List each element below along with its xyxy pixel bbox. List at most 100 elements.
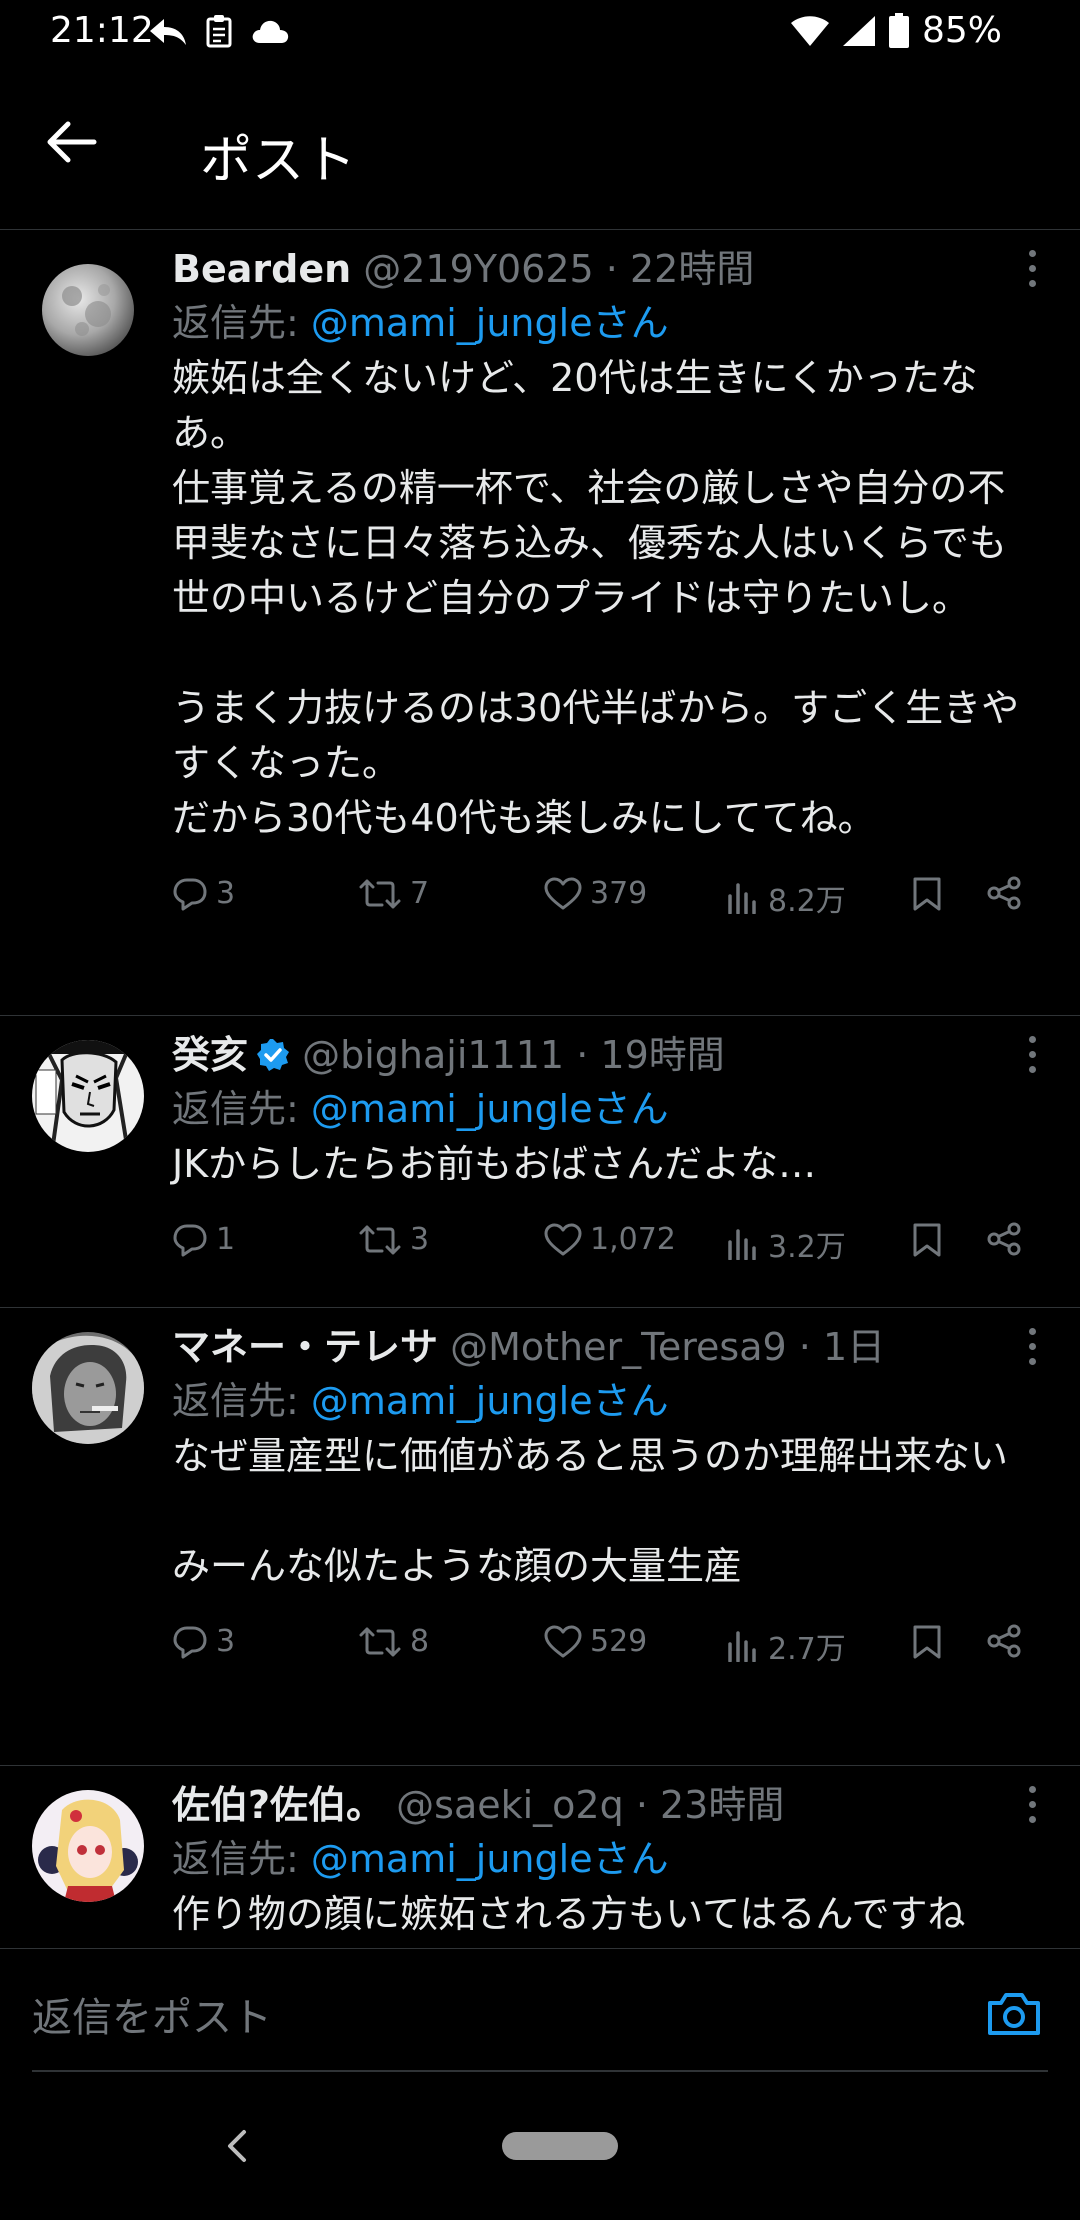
bookmark-button[interactable] xyxy=(912,1222,942,1258)
repost-button[interactable]: 3 xyxy=(358,1222,429,1257)
arrow-left-icon xyxy=(47,121,97,163)
repost-count: 7 xyxy=(410,876,430,911)
reply-to-label: 返信先: xyxy=(172,1379,299,1423)
cloud-icon xyxy=(252,20,289,43)
repost-icon xyxy=(359,1225,401,1254)
reply-post[interactable]: Bearden @219Y0625 · 22時間 返信先: @mami_jung… xyxy=(0,230,1080,1016)
post-text: 作り物の顔に嫉妬される方もいてはるんですね xyxy=(172,1892,966,1936)
user-handle[interactable]: @Mother_Teresa9 xyxy=(450,1325,787,1369)
reply-button[interactable]: 3 xyxy=(172,876,235,911)
meta-separator: · xyxy=(798,1325,811,1369)
more-options-button[interactable] xyxy=(1022,1786,1042,1830)
share-button[interactable] xyxy=(986,876,1022,910)
reply-button[interactable]: 3 xyxy=(172,1624,235,1659)
reply-bubble-icon xyxy=(173,1224,207,1256)
post-time: 23時間 xyxy=(660,1783,785,1827)
views-button[interactable]: 3.2万 xyxy=(726,1222,846,1266)
post-time: 1日 xyxy=(822,1325,886,1369)
reply-bubble-icon xyxy=(173,1626,207,1658)
reply-to-mention[interactable]: @mami_jungleさん xyxy=(311,1379,669,1423)
back-button[interactable] xyxy=(46,120,106,170)
avatar[interactable] xyxy=(32,1790,144,1902)
verified-badge-icon xyxy=(257,1039,290,1071)
camera-button[interactable] xyxy=(986,1991,1042,2041)
post-meta: マネー・テレサ @Mother_Teresa9 · 1日 xyxy=(172,1320,1040,1374)
heart-icon xyxy=(544,877,582,909)
avatar[interactable] xyxy=(32,1332,144,1444)
like-button[interactable]: 1,072 xyxy=(544,1222,676,1257)
meta-separator: · xyxy=(605,247,618,291)
repost-count: 8 xyxy=(410,1624,430,1659)
reply-to-label: 返信先: xyxy=(172,1087,299,1131)
reply-post[interactable]: マネー・テレサ @Mother_Teresa9 · 1日 返信先: @mami_… xyxy=(0,1308,1080,1766)
repost-count: 3 xyxy=(410,1222,430,1257)
like-button[interactable]: 529 xyxy=(544,1624,647,1659)
avatar[interactable] xyxy=(32,1040,144,1152)
home-gesture-pill[interactable] xyxy=(502,2132,618,2160)
reply-compose-bar[interactable]: 返信をポスト xyxy=(0,1948,1080,2072)
like-button[interactable]: 379 xyxy=(544,876,647,911)
more-options-button[interactable] xyxy=(1022,1036,1042,1080)
like-count: 1,072 xyxy=(590,1222,676,1257)
status-bar: 21:12 85% xyxy=(0,0,1080,66)
bar-chart-icon xyxy=(728,1631,756,1662)
post-time: 22時間 xyxy=(629,247,755,291)
display-name[interactable]: Bearden xyxy=(172,247,351,291)
like-count: 529 xyxy=(590,1624,648,1659)
wifi-icon xyxy=(790,15,829,46)
display-name[interactable]: マネー・テレサ xyxy=(172,1325,438,1369)
repost-button[interactable]: 8 xyxy=(358,1624,429,1659)
post-text: JKからしたらお前もおばさんだよな… xyxy=(172,1142,817,1186)
more-options-button[interactable] xyxy=(1022,250,1042,294)
reply-post[interactable]: 癸亥 @bighaji1111 · 19時間 返信先: @mami_jungle… xyxy=(0,1016,1080,1308)
meta-separator: · xyxy=(576,1033,589,1077)
post-meta: 佐伯?佐伯。 @saeki_o2q · 23時間 xyxy=(172,1778,1040,1832)
repost-button[interactable]: 7 xyxy=(358,876,429,911)
bookmark-icon xyxy=(913,1625,941,1659)
reply-to-mention[interactable]: @mami_jungleさん xyxy=(311,301,669,345)
more-options-button[interactable] xyxy=(1022,1328,1042,1372)
manga-face-avatar-image xyxy=(32,1040,144,1152)
reply-to-mention[interactable]: @mami_jungleさん xyxy=(311,1837,669,1881)
camera-icon xyxy=(988,1993,1040,2035)
reply-arrow-icon xyxy=(150,19,186,45)
heart-icon xyxy=(544,1625,582,1657)
post-actions: 3 7 379 8.2万 xyxy=(172,850,1040,950)
reply-button[interactable]: 1 xyxy=(172,1222,235,1257)
reply-bubble-icon xyxy=(173,878,207,910)
reply-to-line: 返信先: @mami_jungleさん xyxy=(172,296,1040,351)
bookmark-button[interactable] xyxy=(912,1624,942,1660)
system-back-button[interactable] xyxy=(224,2126,250,2170)
reply-post[interactable]: 佐伯?佐伯。 @saeki_o2q · 23時間 返信先: @mami_jung… xyxy=(0,1766,1080,1948)
view-count: 3.2万 xyxy=(768,1230,846,1265)
repost-icon xyxy=(359,1627,401,1656)
display-name[interactable]: 癸亥 xyxy=(172,1033,248,1077)
reply-to-label: 返信先: xyxy=(172,301,299,345)
portrait-avatar-image xyxy=(32,1332,144,1444)
share-button[interactable] xyxy=(986,1222,1022,1256)
user-handle[interactable]: @bighaji1111 xyxy=(302,1033,564,1077)
post-text: 嫉妬は全くないけど、20代は生きにくかったなあ。 仕事覚えるの精一杯で、社会の厳… xyxy=(172,356,1020,840)
post-meta: 癸亥 @bighaji1111 · 19時間 xyxy=(172,1028,1040,1082)
reply-to-label: 返信先: xyxy=(172,1837,299,1881)
views-button[interactable]: 2.7万 xyxy=(726,1624,846,1668)
reply-feed[interactable]: Bearden @219Y0625 · 22時間 返信先: @mami_jung… xyxy=(0,230,1080,1948)
chevron-left-icon xyxy=(228,2130,246,2162)
avatar[interactable] xyxy=(32,254,144,366)
share-icon xyxy=(987,1222,1021,1256)
cell-signal-icon xyxy=(842,15,875,46)
top-app-bar: ポスト xyxy=(0,66,1080,230)
reply-to-mention[interactable]: @mami_jungleさん xyxy=(311,1087,669,1131)
reply-count: 3 xyxy=(216,876,236,911)
moon-avatar-image xyxy=(32,254,144,366)
system-nav-bar xyxy=(0,2072,1080,2220)
share-button[interactable] xyxy=(986,1624,1022,1658)
display-name[interactable]: 佐伯?佐伯。 xyxy=(172,1783,384,1827)
user-handle[interactable]: @219Y0625 xyxy=(363,247,593,291)
bookmark-button[interactable] xyxy=(912,876,942,912)
user-handle[interactable]: @saeki_o2q xyxy=(396,1783,624,1827)
views-button[interactable]: 8.2万 xyxy=(726,876,846,920)
bar-chart-icon xyxy=(728,883,756,914)
reply-to-line: 返信先: @mami_jungleさん xyxy=(172,1082,1040,1137)
reply-input[interactable]: 返信をポスト xyxy=(32,1985,272,2043)
